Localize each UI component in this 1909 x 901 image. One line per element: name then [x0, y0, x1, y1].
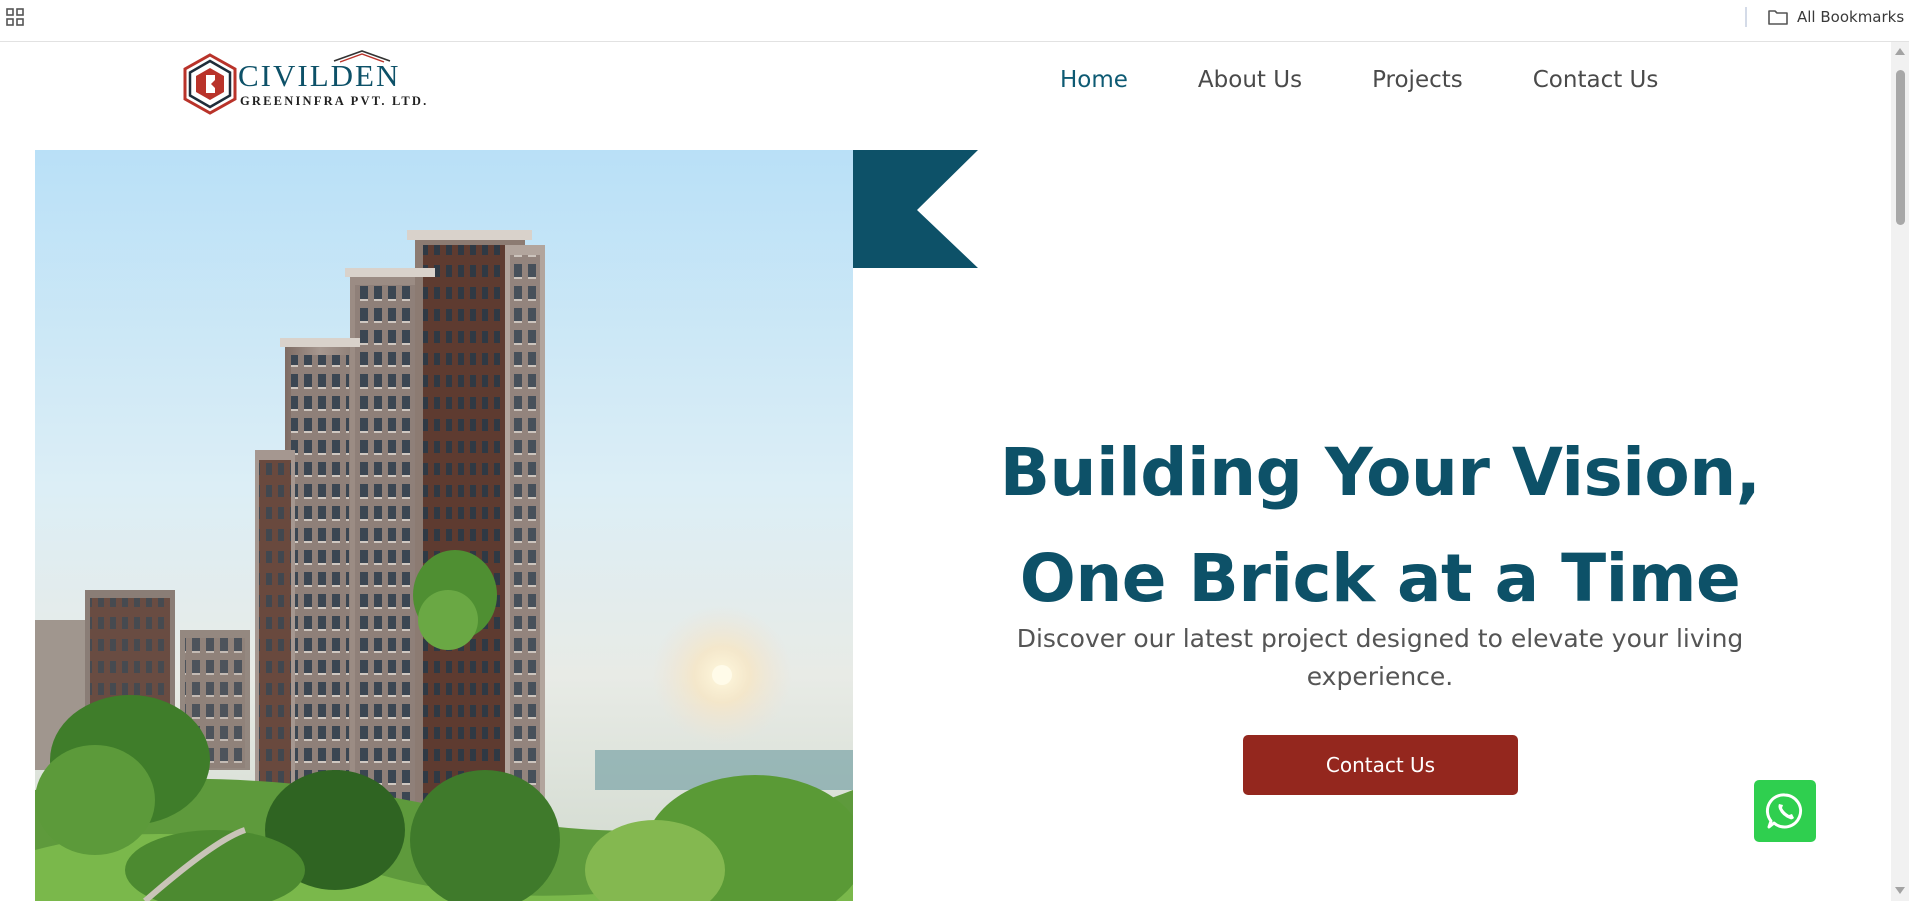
hero-title: Building Your Vision, One Brick at a Tim… [985, 420, 1775, 632]
nav-item-projects[interactable]: Projects [1372, 60, 1463, 100]
scroll-down-arrow-icon[interactable] [1895, 887, 1905, 894]
nav-item-contact-us[interactable]: Contact Us [1533, 60, 1659, 100]
scrollbar-thumb[interactable] [1896, 70, 1905, 225]
folder-icon [1768, 10, 1788, 25]
decorative-ribbon-shape [853, 150, 978, 268]
logo-hexagon-icon [183, 53, 237, 115]
page-viewport: CIVILDEN GREENINFRA PVT. LTD. Home About… [0, 42, 1891, 901]
bookmarks-separator [1745, 7, 1747, 27]
bookmarks-bar: All Bookmarks [0, 0, 1909, 42]
main-nav: Home About Us Projects Contact Us [1060, 60, 1700, 100]
whatsapp-button[interactable] [1754, 780, 1816, 842]
nav-item-home[interactable]: Home [1060, 60, 1128, 100]
scroll-up-arrow-icon[interactable] [1895, 48, 1905, 55]
hero-title-line-2: One Brick at a Time [1019, 540, 1741, 617]
page-scrollbar[interactable] [1891, 42, 1909, 901]
logo-tagline: GREENINFRA PVT. LTD. [240, 94, 429, 108]
hero-contact-button[interactable]: Contact Us [1243, 735, 1518, 795]
nav-item-about-us[interactable]: About Us [1198, 60, 1302, 100]
all-bookmarks-button[interactable]: All Bookmarks [1767, 4, 1904, 30]
all-bookmarks-label: All Bookmarks [1797, 8, 1905, 26]
hero-subtitle: Discover our latest project designed to … [1016, 624, 1744, 691]
whatsapp-icon [1765, 793, 1803, 829]
hero-building-image [35, 150, 853, 901]
apps-grid-icon[interactable] [6, 8, 24, 26]
logo-brand-name: CIVILDEN [238, 58, 401, 93]
hero-title-line-1: Building Your Vision, [999, 434, 1761, 511]
site-logo[interactable]: CIVILDEN GREENINFRA PVT. LTD. [182, 47, 426, 119]
